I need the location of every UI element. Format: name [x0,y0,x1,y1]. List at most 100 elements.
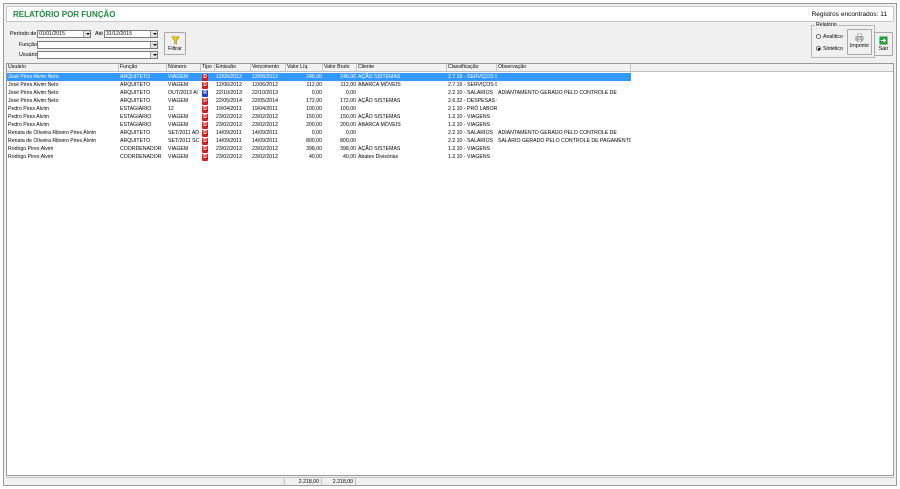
table-row[interactable]: José Pires Alvim Neto ARQUITETO VIAGEM D 22/… [7,97,631,105]
column-header-cliente[interactable]: Cliente [357,64,447,72]
column-header-bruto[interactable]: Valor Bruto [323,64,357,72]
cell-vencimento: 19/04/2011 [252,106,278,112]
chevron-down-icon[interactable] [150,42,157,48]
cell-usuario: Pedro Pires Alvim [8,106,49,112]
table-row[interactable]: Rodrigo Pires Alvim COORDENADOR VIAGEM D 23/… [7,145,631,153]
column-header-usuario[interactable]: Usuário [7,64,119,72]
date-to-picker[interactable]: 31/12/2015 [104,30,158,38]
cell-liq: 112,00 [306,82,322,88]
debit-badge-icon: D [202,138,208,145]
report-window: RELATÓRIO POR FUNÇÃO Registros encontrad… [3,3,897,486]
column-header-funcao[interactable]: Função [119,64,167,72]
cell-cliente [357,129,447,137]
radio-sintetico[interactable]: Sintético [816,46,843,52]
exit-arrow-icon [879,36,888,45]
column-header-vencimento[interactable]: Vencimento [251,64,286,72]
chevron-down-icon[interactable] [83,31,90,37]
table-row[interactable]: Pedro Pires Alvim ESTAGIÁRIO VIAGEM D 23/02/… [7,121,631,129]
cell-emissao: 12/06/2012 [216,74,242,80]
column-header-emissao[interactable]: Emissão [215,64,251,72]
cell-liq: 0,00 [311,130,322,136]
cell-cliente: AÇÃO SISTEMAS [358,146,401,152]
function-label: Função [19,42,37,48]
cell-observacao: SALÁRIO GERADO PELO CONTROLE DE PAGAMENT… [498,138,631,144]
print-button-label: Imprimir [849,43,870,49]
chevron-down-icon[interactable] [150,31,157,37]
cell-funcao: ESTAGIÁRIO [120,122,152,128]
totals-bar: 2.218,00 2.218,00 [6,477,894,486]
cell-tipo: D [201,97,215,105]
date-from-value: 01/01/2015 [39,31,65,37]
debit-badge-icon: D [202,146,208,153]
cell-bruto: 172,00 [340,98,356,104]
cell-observacao [497,121,631,129]
cell-numero: VIAGEM [168,114,189,120]
cell-observacao [497,81,631,89]
cell-tipo: D [201,145,215,153]
print-button[interactable]: Imprimir [847,29,872,55]
radio-icon[interactable] [816,34,821,40]
cell-emissao: 14/09/2011 [216,138,242,144]
cell-vencimento: 23/02/2012 [252,114,278,120]
table-row[interactable]: Renata de Oliveira Ribeiro Pires Alvim AR… [7,137,631,145]
chevron-down-icon[interactable] [150,52,157,58]
column-header-liq[interactable]: Valor Líq. [286,64,323,72]
cell-funcao: ESTAGIÁRIO [120,114,152,120]
cell-usuario: Renata de Oliveira Ribeiro Pires Alvim [8,130,96,136]
cell-observacao: ADIANTAMENTO GERADO PELO CONTROLE DE [498,90,617,96]
period-label: Período de [10,31,37,37]
totals-filler [356,478,892,486]
page-title: RELATÓRIO POR FUNÇÃO [13,10,116,19]
results-table[interactable]: Usuário Função Número Tipo Emissão Vencimento… [6,63,894,476]
title-bar: RELATÓRIO POR FUNÇÃO Registros encontrad… [6,6,894,22]
cell-emissao: 23/02/2012 [216,114,242,120]
cell-usuario: José Pires Alvim Neto [8,90,59,96]
cell-liq: 150,00 [306,114,322,120]
cell-emissao: 22/10/2013 [216,90,242,96]
cell-funcao: ARQUITETO [120,130,151,136]
radio-checked-icon[interactable] [816,46,821,52]
user-select[interactable] [37,51,158,59]
cell-classificacao: 2.2.10 - SALÁRIOS [448,90,493,96]
table-row[interactable]: Pedro Pires Alvim ESTAGIÁRIO 12 D 19/04/2011… [7,105,631,113]
cell-tipo: D [201,137,215,145]
totals-spacer [6,478,285,486]
column-header-tipo[interactable]: Tipo [201,64,215,72]
cell-observacao [497,153,631,161]
radio-analitico[interactable]: Analítico [816,34,843,40]
table-row[interactable]: José Pires Alvim Neto ARQUITETO OUT/2013 A… [7,89,631,97]
cell-numero: VIAGEM [168,82,189,88]
date-from-picker[interactable]: 01/01/2015 [37,30,91,38]
filter-button[interactable]: Filtrar [164,32,186,55]
cell-cliente: ABARCA MÓVEIS [358,122,401,128]
column-header-classificacao[interactable]: Classificação [447,64,497,72]
table-row[interactable]: José Pires Alvim Neto ARQUITETO VIAGEM D 12/… [7,73,631,81]
column-header-numero[interactable]: Número [167,64,201,72]
table-row[interactable]: Renata de Oliveira Ribeiro Pires Alvim AR… [7,129,631,137]
header-filler [631,64,893,72]
cell-numero: VIAGEM [168,122,189,128]
table-row[interactable]: Pedro Pires Alvim ESTAGIÁRIO VIAGEM D 23/02/… [7,113,631,121]
cell-numero: VIAGEM [168,146,189,152]
column-header-observacao[interactable]: Observação [497,64,631,72]
cell-vencimento: 23/02/2012 [252,154,278,160]
cell-bruto: 0,00 [345,90,356,96]
cell-bruto: 100,00 [340,106,356,112]
cell-funcao: ARQUITETO [120,82,151,88]
total-liquid: 2.218,00 [285,478,322,486]
exit-button[interactable]: Sair [874,32,893,56]
cell-usuario: Pedro Pires Alvim [8,114,49,120]
table-row[interactable]: Rodrigo Pires Alvim COORDENADOR VIAGEM D 23/… [7,153,631,161]
cell-tipo: D [201,113,215,121]
debit-badge-icon: D [202,122,208,129]
cell-tipo: R [201,89,215,97]
function-select[interactable] [37,41,158,49]
cell-bruto: 398,00 [340,146,356,152]
debit-badge-icon: D [202,82,208,89]
cell-usuario: José Pires Alvim Neto [8,74,59,80]
cell-numero: SET/2011 AD [168,130,200,136]
cell-funcao: ARQUITETO [120,74,151,80]
table-row[interactable]: José Pires Alvim Neto ARQUITETO VIAGEM D 12/… [7,81,631,89]
table-header: Usuário Função Número Tipo Emissão Vencimento… [7,64,893,72]
printer-icon [855,33,864,42]
